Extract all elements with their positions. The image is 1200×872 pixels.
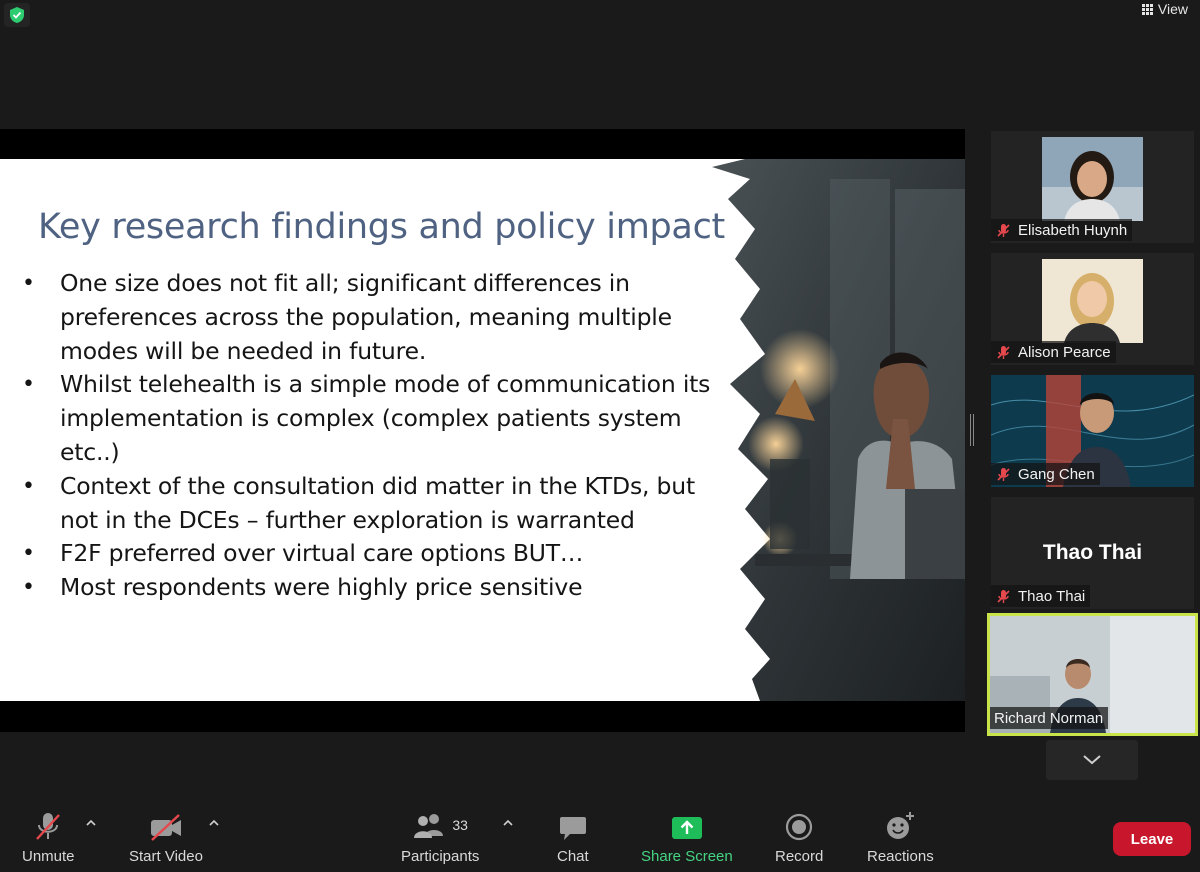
start-video-button[interactable]: Start Video (129, 808, 203, 865)
gallery-expand-button[interactable] (1046, 740, 1138, 780)
share-screen-label: Share Screen (641, 848, 733, 865)
slide-bullet: Whilst telehealth is a simple mode of co… (22, 368, 712, 469)
chat-button[interactable]: Chat (557, 808, 589, 865)
reactions-button[interactable]: Reactions (867, 808, 934, 865)
participants-count: 33 (452, 817, 468, 833)
participant-video (1042, 137, 1143, 221)
slide-bullet-list: One size does not fit all; significant d… (22, 267, 712, 605)
mic-muted-icon (997, 345, 1010, 359)
video-camera-off-icon (150, 814, 181, 841)
video-options-caret-icon[interactable] (208, 818, 220, 828)
security-shield-icon[interactable] (4, 3, 30, 27)
record-button[interactable]: Record (775, 808, 823, 865)
participant-display-name: Thao Thai (1042, 541, 1143, 564)
participant-tile-alison-pearce[interactable]: Alison Pearce (991, 253, 1194, 365)
participant-video (1042, 259, 1143, 343)
unmute-label: Unmute (22, 848, 75, 865)
participant-name: Gang Chen (1018, 465, 1095, 483)
chat-label: Chat (557, 848, 589, 865)
participant-name-tag: Elisabeth Huynh (991, 219, 1133, 241)
record-icon (786, 813, 813, 841)
slide-title: Key research findings and policy impact (38, 207, 725, 247)
meeting-toolbar: Unmute Start Video 33 Participants Chat … (0, 798, 1200, 872)
view-label: View (1157, 1, 1188, 17)
mic-muted-icon (997, 467, 1010, 481)
mic-muted-icon (997, 223, 1010, 237)
slide-bullet: F2F preferred over virtual care options … (22, 537, 712, 571)
reactions-emoji-icon (887, 812, 915, 839)
participant-name: Alison Pearce (1018, 343, 1111, 361)
chevron-down-icon (1083, 755, 1101, 765)
participant-name-tag: Thao Thai (991, 585, 1091, 607)
participant-name: Thao Thai (1018, 587, 1086, 605)
participants-icon (414, 814, 444, 838)
mic-muted-icon (997, 589, 1010, 603)
leave-button[interactable]: Leave (1113, 822, 1191, 856)
share-screen-icon (671, 817, 702, 839)
slide-bullet: Most respondents were highly price sensi… (22, 571, 712, 605)
gallery-resize-handle[interactable] (970, 414, 974, 446)
microphone-muted-icon (36, 813, 61, 840)
shared-screen: Key research findings and policy impact … (0, 129, 965, 732)
participant-tile-gang-chen[interactable]: Gang Chen (991, 375, 1194, 487)
participants-button[interactable]: 33 Participants (401, 808, 479, 865)
participant-name-tag: Alison Pearce (991, 341, 1116, 363)
view-button[interactable]: View (1141, 0, 1188, 18)
participant-tile-thao-thai[interactable]: Thao Thai Thao Thai (991, 497, 1194, 609)
participants-label: Participants (401, 848, 480, 865)
reactions-label: Reactions (867, 848, 934, 865)
participants-options-caret-icon[interactable] (502, 818, 514, 828)
participant-name: Elisabeth Huynh (1018, 221, 1128, 239)
unmute-button[interactable]: Unmute (22, 808, 75, 865)
slide-bullet: Context of the consultation did matter i… (22, 470, 712, 538)
audio-options-caret-icon[interactable] (85, 818, 97, 828)
record-label: Record (775, 848, 824, 865)
participant-tile-richard-norman[interactable]: Richard Norman (987, 613, 1198, 736)
presentation-slide: Key research findings and policy impact … (0, 159, 965, 701)
participant-name: Richard Norman (994, 709, 1104, 727)
share-screen-button[interactable]: Share Screen (641, 808, 733, 865)
start-video-label: Start Video (129, 848, 203, 865)
participant-tile-elisabeth-huynh[interactable]: Elisabeth Huynh (991, 131, 1194, 243)
grid-icon (1141, 3, 1153, 15)
participant-name-tag: Richard Norman (990, 707, 1109, 729)
participant-name-tag: Gang Chen (991, 463, 1100, 485)
chat-bubble-icon (559, 817, 586, 840)
slide-bullet: One size does not fit all; significant d… (22, 267, 712, 368)
